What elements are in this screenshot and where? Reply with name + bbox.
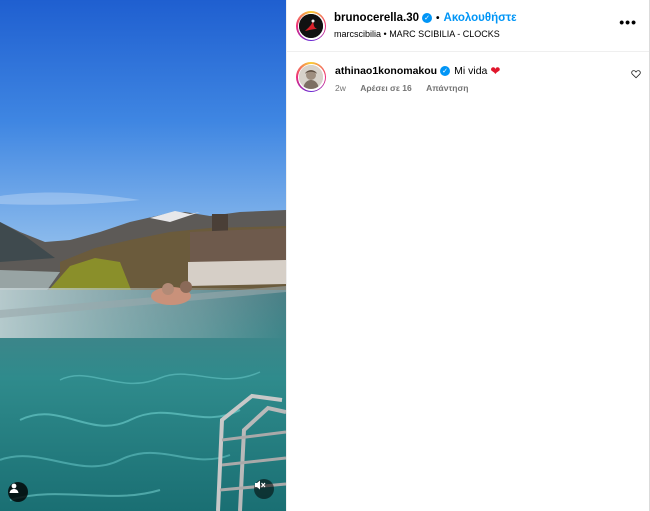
user-tag-icon <box>9 483 19 493</box>
verified-badge-icon: ✓ <box>422 13 433 23</box>
commenter-username[interactable]: athinao1konomakou <box>335 65 437 77</box>
instagram-post-viewer: brunocerella.30 ✓ • Ακολουθήστε marcscib… <box>0 0 650 511</box>
pool-video-frame <box>0 0 286 511</box>
comment-likes-link[interactable]: Αρέσει σε 16 <box>360 83 411 93</box>
comment-text: Mi vida <box>454 65 488 77</box>
comment-meta: 2w Αρέσει σε 16 Απάντηση <box>335 83 480 93</box>
follow-button[interactable]: Ακολουθήστε <box>444 12 517 24</box>
comment-item: athinao1konomakou ✓ Mi vida ❤ 2w Αρέσει … <box>287 60 650 100</box>
commenter-photo <box>299 65 323 89</box>
comment-age: 2w <box>335 83 346 93</box>
post-media[interactable] <box>0 0 286 511</box>
author-logo-graphic <box>299 14 323 38</box>
mute-toggle-button[interactable] <box>254 479 274 499</box>
red-heart-emoji: ❤ <box>490 64 501 78</box>
audio-artist-link[interactable]: marcscibilia <box>334 29 381 39</box>
verified-badge-icon: ✓ <box>440 66 451 76</box>
separator-dot: • <box>436 12 440 24</box>
tagged-users-button[interactable] <box>8 482 28 502</box>
speaker-muted-icon <box>255 480 266 490</box>
author-avatar-image <box>299 14 323 38</box>
heart-outline-icon[interactable] <box>631 69 641 79</box>
commenter-avatar-image <box>299 65 323 89</box>
commenter-avatar[interactable] <box>296 62 326 92</box>
post-header: brunocerella.30 ✓ • Ακολουθήστε marcscib… <box>287 0 650 52</box>
audio-track-link[interactable]: MARC SCIBILIA - CLOCKS <box>389 29 500 39</box>
author-avatar[interactable] <box>296 11 326 41</box>
reply-button[interactable]: Απάντηση <box>426 83 468 93</box>
author-username[interactable]: brunocerella.30 <box>334 12 419 24</box>
audio-attribution: marcscibilia • MARC SCIBILIA - CLOCKS <box>334 29 500 39</box>
more-options-button[interactable]: ••• <box>619 15 637 29</box>
post-details-panel: brunocerella.30 ✓ • Ακολουθήστε marcscib… <box>286 0 650 511</box>
